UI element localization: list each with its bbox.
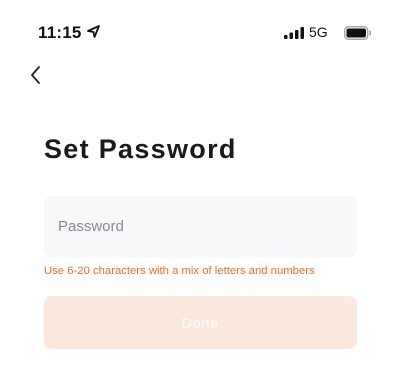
back-button[interactable]	[26, 64, 48, 86]
location-arrow-icon	[87, 25, 100, 38]
set-password-screen: 11:15 5G Set Password Use 6-20 character…	[0, 0, 394, 389]
signal-bars-icon	[284, 27, 304, 39]
battery-icon	[344, 26, 372, 40]
password-hint: Use 6-20 characters with a mix of letter…	[44, 265, 315, 277]
status-bar: 11:15 5G	[0, 0, 394, 50]
network-type-label: 5G	[309, 24, 328, 40]
done-button[interactable]: Done	[44, 296, 357, 349]
page-title: Set Password	[44, 134, 237, 164]
status-time: 11:15	[38, 23, 82, 42]
password-field[interactable]	[44, 196, 357, 257]
password-input[interactable]	[58, 196, 348, 257]
